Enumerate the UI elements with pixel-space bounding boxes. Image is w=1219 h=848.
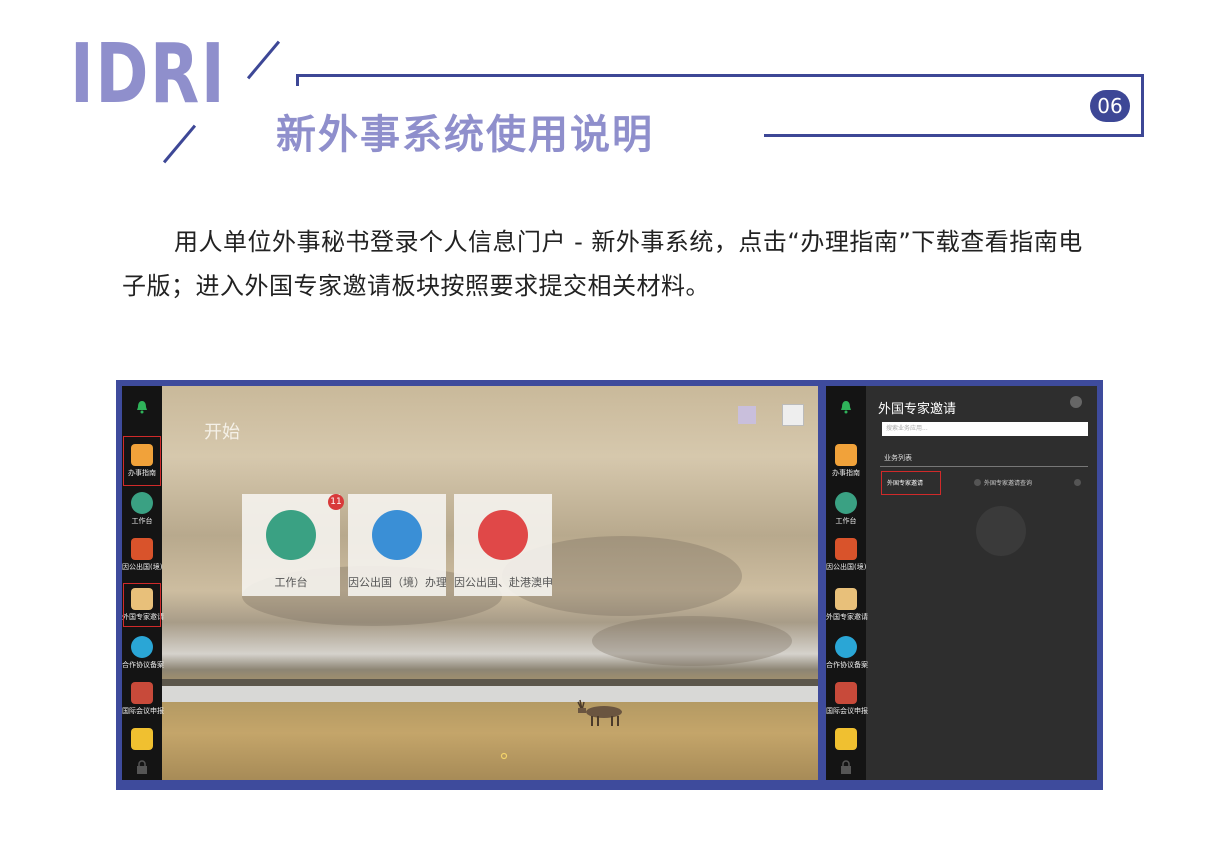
body-paragraph: 用人单位外事秘书登录个人信息门户 - 新外事系统，点击“办理指南”下载查看指南电… bbox=[122, 228, 1083, 300]
app-tile-label: 因公出国、赴港澳申报... bbox=[454, 576, 552, 589]
bell-icon[interactable] bbox=[136, 400, 148, 414]
map-pin-icon bbox=[478, 510, 528, 560]
sidebar-item[interactable]: 工作台 bbox=[826, 492, 866, 526]
app-tile-label: 工作台 bbox=[274, 576, 308, 589]
sidebar-item-label: 国际会议申报 bbox=[826, 707, 868, 715]
item-dot-icon bbox=[1074, 479, 1081, 486]
faded-background-icon bbox=[976, 506, 1026, 556]
cloud-icon bbox=[835, 636, 857, 658]
sidebar-item[interactable]: 合作协议备案 bbox=[826, 636, 868, 670]
app-tile[interactable]: 因公出国、赴港澳申报... bbox=[454, 494, 552, 596]
sidebar-item[interactable] bbox=[122, 728, 162, 752]
lock-icon[interactable] bbox=[840, 760, 852, 774]
start-label: 开始 bbox=[204, 422, 240, 443]
meeting-icon bbox=[131, 682, 153, 704]
admin-icon bbox=[131, 728, 153, 750]
divider bbox=[880, 466, 1088, 467]
dashboard-icon bbox=[266, 510, 316, 560]
dashboard-icon bbox=[131, 492, 153, 514]
flag-icon bbox=[835, 444, 857, 466]
sidebar-item[interactable]: 外国专家邀请 bbox=[826, 588, 868, 622]
header-frame-underline bbox=[764, 134, 1144, 137]
sidebar-item[interactable]: 因公出国(境) bbox=[826, 538, 866, 572]
decor-slash bbox=[246, 40, 281, 80]
sidebar-item-label: 外国专家邀请 bbox=[826, 613, 868, 621]
app-tile[interactable]: 工作台 bbox=[242, 494, 340, 596]
sidebar-item-label: 因公出国(境) bbox=[826, 563, 867, 571]
sidebar-item[interactable]: 办事指南 bbox=[826, 444, 866, 478]
notification-badge: 11 bbox=[328, 494, 344, 510]
sidebar-item-label: 因公出国(境) bbox=[122, 563, 163, 571]
screenshot-frame: 办事指南 工作台 因公出国(境) 外国专家邀请 合作协议备案 国际会议申报 开始 工作台因… bbox=[116, 380, 1103, 790]
passport-icon bbox=[131, 538, 153, 560]
water bbox=[162, 686, 818, 702]
desktop-screenshot: 办事指南 工作台 因公出国(境) 外国专家邀请 合作协议备案 国际会议申报 开始 工作台因… bbox=[122, 386, 818, 780]
sidebar-item-label: 国际会议申报 bbox=[122, 707, 164, 715]
bell-icon[interactable] bbox=[840, 400, 852, 414]
idri-logo: IDRI bbox=[70, 27, 227, 122]
sidebar-item-label: 工作台 bbox=[835, 517, 857, 525]
section-label: 业务列表 bbox=[884, 454, 912, 462]
item-dot-icon bbox=[974, 479, 981, 486]
paper-plane-icon bbox=[372, 510, 422, 560]
passport-icon bbox=[835, 538, 857, 560]
highlight-expert bbox=[123, 583, 161, 627]
sidebar-item-label: 合作协议备案 bbox=[122, 661, 164, 669]
dialog-screenshot: 办事指南 工作台 因公出国(境) 外国专家邀请 合作协议备案 国际会议申报 外国专家邀请 … bbox=[826, 386, 1097, 780]
sidebar-item[interactable]: 工作台 bbox=[122, 492, 162, 526]
grass bbox=[162, 702, 818, 780]
header-frame-tick bbox=[296, 74, 299, 86]
meeting-icon bbox=[835, 682, 857, 704]
horizon bbox=[162, 679, 818, 686]
sidebar-item[interactable]: 合作协议备案 bbox=[122, 636, 164, 670]
decor-slash bbox=[162, 124, 197, 164]
page-number-badge: 06 bbox=[1090, 90, 1130, 122]
expert-query-item[interactable]: 外国专家邀请查询 bbox=[984, 478, 1032, 487]
cloud-shape bbox=[592, 616, 792, 666]
avatar[interactable] bbox=[782, 404, 804, 426]
theme-swatch[interactable] bbox=[738, 406, 756, 424]
kudu-icon bbox=[577, 699, 622, 726]
lock-icon[interactable] bbox=[136, 760, 148, 774]
expert-icon bbox=[835, 588, 857, 610]
sidebar-item-label: 办事指南 bbox=[832, 469, 860, 477]
dialog-title: 外国专家邀请 bbox=[878, 402, 957, 417]
sidebar-item[interactable]: 国际会议申报 bbox=[122, 682, 164, 716]
highlight-guide bbox=[123, 436, 161, 486]
search-input[interactable]: 搜索业务应用... bbox=[882, 422, 1088, 436]
dashboard-icon bbox=[835, 492, 857, 514]
app-tile[interactable]: 因公出国（境）办理指南 bbox=[348, 494, 446, 596]
sidebar-item[interactable]: 国际会议申报 bbox=[826, 682, 868, 716]
cloud-icon bbox=[131, 636, 153, 658]
sidebar-item-label: 工作台 bbox=[131, 517, 153, 525]
page-title: 新外事系统使用说明 bbox=[276, 106, 664, 164]
expert-invite-item[interactable]: 外国专家邀请 bbox=[881, 471, 941, 495]
app-tile-label: 因公出国（境）办理指南 bbox=[348, 576, 446, 589]
sidebar-item[interactable]: 因公出国(境) bbox=[122, 538, 162, 572]
close-icon[interactable] bbox=[1070, 396, 1082, 408]
sidebar-item[interactable] bbox=[826, 728, 866, 752]
admin-icon bbox=[835, 728, 857, 750]
sidebar-item-label: 合作协议备案 bbox=[826, 661, 868, 669]
cursor-icon bbox=[500, 752, 508, 760]
